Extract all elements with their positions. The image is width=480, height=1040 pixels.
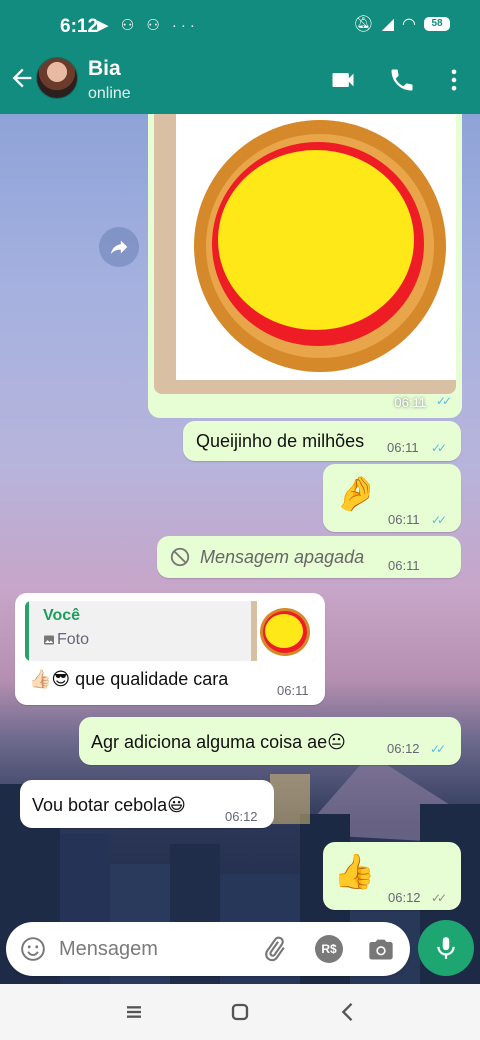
contact-name[interactable]: Bia xyxy=(88,57,121,81)
photo-icon xyxy=(44,635,54,645)
message-time: 06:11 xyxy=(387,440,419,455)
voice-call-icon[interactable] xyxy=(388,66,416,94)
reply-message-bubble[interactable]: Você Foto 👍🏻😎 que qualidade cara 06:11 xyxy=(15,593,325,705)
back-arrow-icon[interactable] xyxy=(8,64,36,92)
quote-label: Foto xyxy=(57,631,90,648)
attach-icon[interactable] xyxy=(260,935,288,963)
emoji-message: 👍 xyxy=(333,853,376,891)
pizza-drawing xyxy=(194,120,446,372)
emoji-icon[interactable] xyxy=(20,936,46,962)
mic-icon xyxy=(437,937,455,959)
battery-icon: 58 xyxy=(424,17,450,31)
message-time: 06:11 xyxy=(277,683,309,698)
message-input[interactable]: Mensagem xyxy=(59,938,158,961)
avatar[interactable] xyxy=(36,57,78,99)
more-options-icon[interactable] xyxy=(440,66,468,94)
mic-button[interactable] xyxy=(418,920,474,976)
signal-icon: ◢ xyxy=(381,16,395,33)
message-bubble[interactable]: 🤌 06:11 ✓✓ xyxy=(323,464,461,532)
status-bar: 6:12 ▶ ⚇ ⚇ ··· 🔕︎ ◢ ◠ 58 xyxy=(0,0,480,50)
message-bubble[interactable]: Vou botar cebola😃 06:12 xyxy=(20,780,274,828)
delivered-ticks-icon: ✓✓ xyxy=(431,891,447,905)
message-time: 06:11 xyxy=(388,558,420,573)
deleted-message-bubble[interactable]: Mensagem apagada 06:11 xyxy=(157,536,461,578)
message-text: Vou botar cebola😃 xyxy=(32,795,186,815)
back-nav-icon[interactable] xyxy=(334,998,362,1026)
status-time: 6:12 xyxy=(60,16,99,37)
message-text: Mensagem apagada xyxy=(200,547,365,567)
forward-button[interactable] xyxy=(99,227,139,267)
message-text: Agr adiciona alguma coisa ae😐 xyxy=(91,732,346,752)
payment-icon[interactable]: R$ xyxy=(315,935,343,963)
message-time: 06:12 xyxy=(387,741,420,756)
quoted-message[interactable]: Você Foto xyxy=(25,601,317,661)
quote-author: Você xyxy=(43,607,81,624)
read-ticks-icon: ✓✓ xyxy=(431,441,447,455)
recents-icon[interactable] xyxy=(120,998,148,1026)
forward-icon xyxy=(110,240,128,255)
video-call-icon[interactable] xyxy=(329,66,357,94)
quote-thumbnail xyxy=(251,601,317,661)
pizza-image[interactable] xyxy=(154,114,456,394)
message-bubble[interactable]: Agr adiciona alguma coisa ae😐 06:12 ✓✓ xyxy=(79,717,461,765)
read-ticks-icon: ✓✓ xyxy=(435,394,452,408)
message-time: 06:11 xyxy=(394,395,426,410)
system-nav-bar xyxy=(0,984,480,1040)
wifi-icon: ◠ xyxy=(402,16,416,33)
message-bubble[interactable]: Queijinho de milhões 06:11 ✓✓ xyxy=(183,421,461,461)
read-ticks-icon: ✓✓ xyxy=(431,513,447,527)
message-input-bar[interactable]: Mensagem R$ xyxy=(6,922,410,976)
message-time: 06:11 xyxy=(388,512,420,527)
notification-icons: ▶ ⚇ ⚇ ··· xyxy=(97,17,199,34)
chat-area[interactable]: 06:11 ✓✓ Queijinho de milhões 06:11 ✓✓ 🤌… xyxy=(0,114,480,984)
system-icons: 🔕︎ ◢ ◠ 58 xyxy=(353,14,450,34)
message-text: Queijinho de milhões xyxy=(196,431,365,451)
emoji-message: 🤌 xyxy=(335,475,378,513)
image-message[interactable]: 06:11 ✓✓ xyxy=(148,114,462,418)
read-ticks-icon: ✓✓ xyxy=(430,742,446,756)
contact-status: online xyxy=(88,85,131,102)
message-time: 06:12 xyxy=(225,809,258,824)
chat-header: Bia online xyxy=(0,50,480,114)
camera-icon[interactable] xyxy=(367,935,395,963)
home-icon[interactable] xyxy=(226,998,254,1026)
deleted-icon xyxy=(170,547,190,567)
message-text: 👍🏻😎 que qualidade cara xyxy=(29,669,229,689)
mute-icon: 🔕︎ xyxy=(353,16,374,33)
message-bubble[interactable]: 👍 06:12 ✓✓ xyxy=(323,842,461,910)
message-time: 06:12 xyxy=(388,890,421,905)
